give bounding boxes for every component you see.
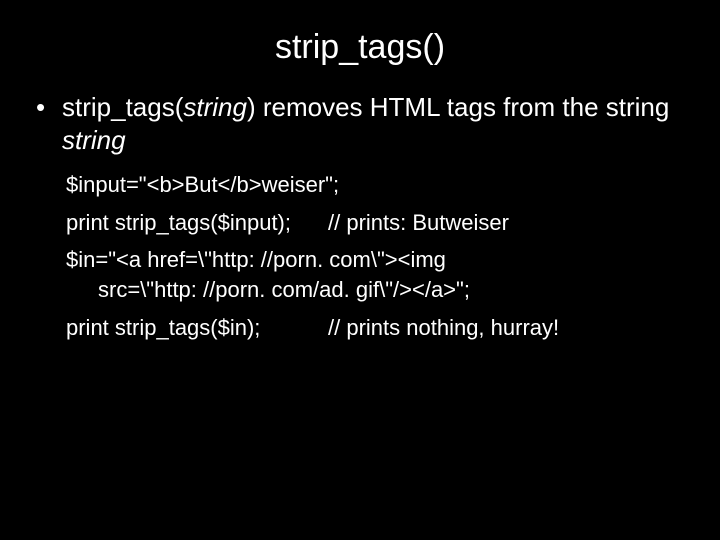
- bullet-tail: string: [62, 125, 126, 155]
- slide-title: strip_tags(): [0, 0, 720, 91]
- bullet-dot: •: [36, 91, 62, 156]
- code-line-1: $input="<b>But</b>weiser";: [66, 170, 684, 200]
- code-line-2-right: // prints: Butweiser: [328, 208, 684, 238]
- code-line-4-right: // prints nothing, hurray!: [328, 313, 684, 343]
- code-block: $input="<b>But</b>weiser"; print strip_t…: [36, 170, 684, 342]
- code-line-3b: src=\"http: //porn. com/ad. gif\"/></a>"…: [66, 275, 684, 305]
- slide-body: • strip_tags(string) removes HTML tags f…: [0, 91, 720, 342]
- code-line-2-left: print strip_tags($input);: [66, 208, 328, 238]
- slide: strip_tags() • strip_tags(string) remove…: [0, 0, 720, 540]
- bullet-arg: string: [183, 92, 247, 122]
- code-line-3: $in="<a href=\"http: //porn. com\"><img …: [66, 245, 684, 304]
- bullet-fn: strip_tags(: [62, 92, 183, 122]
- code-line-3a: $in="<a href=\"http: //porn. com\"><img: [66, 245, 684, 275]
- code-line-4: print strip_tags($in); // prints nothing…: [66, 313, 684, 343]
- code-line-2: print strip_tags($input); // prints: But…: [66, 208, 684, 238]
- code-line-4-left: print strip_tags($in);: [66, 313, 328, 343]
- bullet-rest: ) removes HTML tags from the string: [247, 92, 669, 122]
- bullet-text: strip_tags(string) removes HTML tags fro…: [62, 91, 684, 156]
- bullet-item: • strip_tags(string) removes HTML tags f…: [36, 91, 684, 156]
